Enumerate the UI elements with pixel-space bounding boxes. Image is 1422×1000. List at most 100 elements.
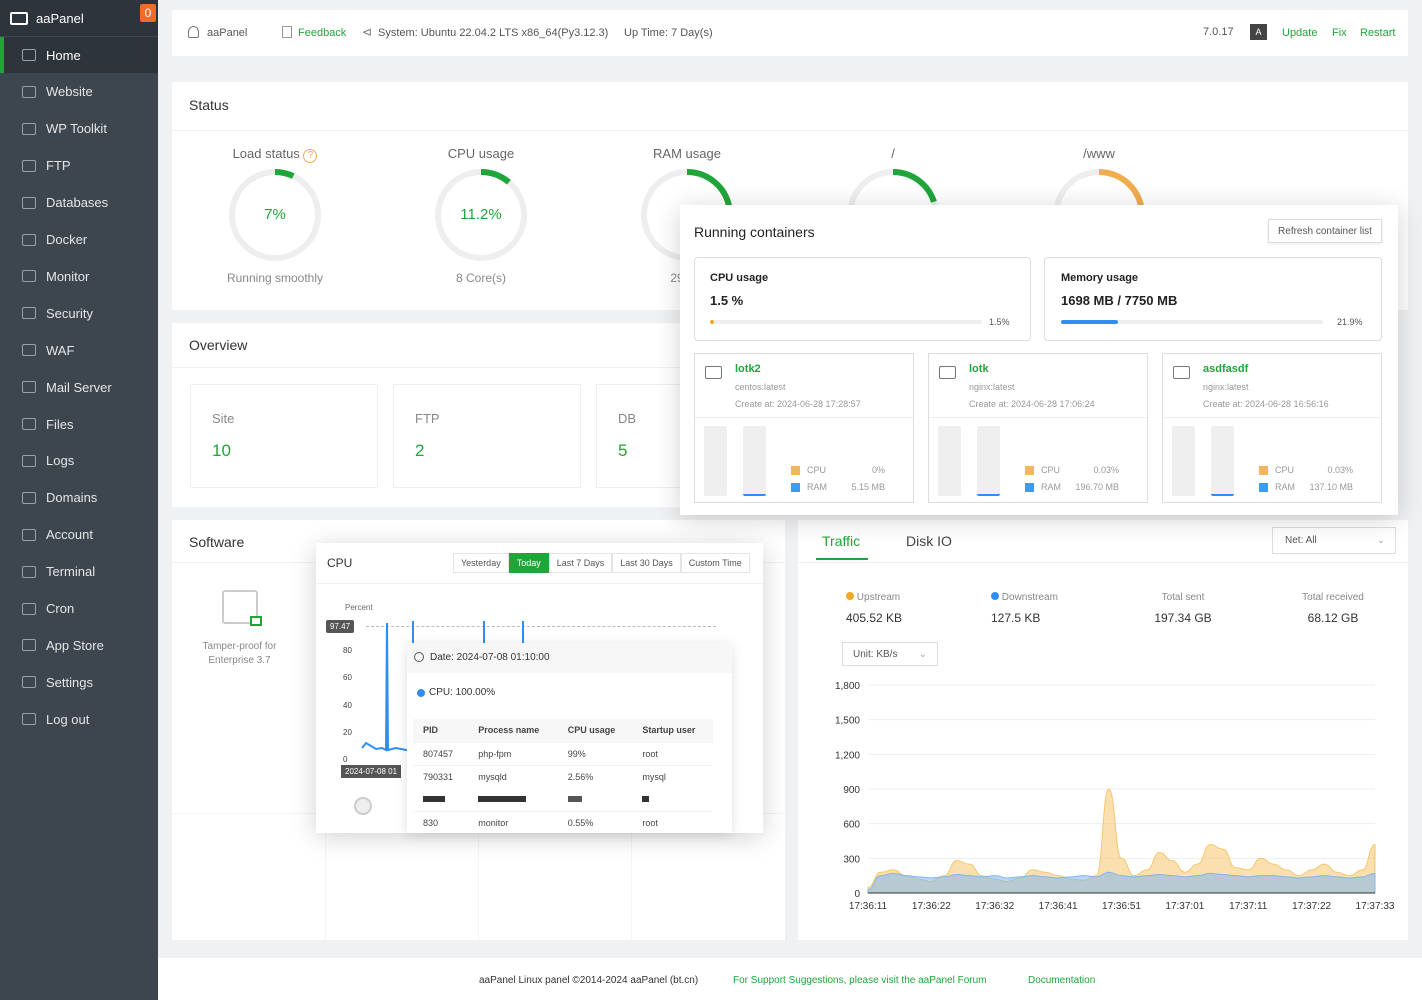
- sidebar-item-label: Terminal: [46, 564, 96, 580]
- sidebar-item-label: Logs: [46, 453, 75, 469]
- legend-dot-icon: [846, 592, 854, 600]
- table-cell: 2.56%: [567, 771, 594, 782]
- x-tick-label: 17:37:33: [1356, 901, 1395, 912]
- container-name[interactable]: lotk: [969, 363, 989, 375]
- sidebar-item-domains[interactable]: Domains: [0, 480, 158, 516]
- sidebar-item-docker[interactable]: Docker: [0, 222, 158, 258]
- tooltip-cpu: CPU: 100.00%: [429, 687, 496, 698]
- shield-icon: [22, 307, 36, 320]
- overview-title: Overview: [189, 337, 248, 353]
- traffic-stat: Total sent 197.34 GB: [1154, 592, 1212, 625]
- container-name[interactable]: lotk2: [735, 363, 761, 375]
- cpu-usage-summary: CPU usage 1.5 % 1.5%: [694, 257, 1031, 341]
- container-card[interactable]: lotk2 centos:latest Create at: 2024-06-2…: [694, 353, 914, 503]
- user-name[interactable]: aaPanel: [207, 27, 247, 39]
- refresh-container-list-button[interactable]: Refresh container list: [1268, 219, 1382, 243]
- tamper-proof-icon: [221, 590, 262, 626]
- table-cell: 790331: [423, 771, 454, 782]
- container-created: Create at: 2024-06-28 17:06:24: [969, 399, 1095, 409]
- x-tick-label: 17:37:22: [1292, 901, 1331, 912]
- sidebar-item-label: Databases: [46, 195, 109, 211]
- waf-icon: [22, 344, 36, 357]
- restart-link[interactable]: Restart: [1360, 27, 1395, 39]
- footer: aaPanel Linux panel ©2014-2024 aaPanel (…: [158, 958, 1422, 1000]
- cpu-dot-icon: [417, 689, 425, 697]
- x-tick-label: 17:36:32: [975, 901, 1014, 912]
- feedback-link[interactable]: Feedback: [298, 27, 346, 39]
- zoom-slider-handle[interactable]: [354, 797, 372, 815]
- forum-link[interactable]: For Support Suggestions, please visit th…: [733, 975, 986, 986]
- tab-traffic[interactable]: Traffic: [822, 533, 860, 549]
- sidebar-item-security[interactable]: Security: [0, 295, 158, 331]
- domains-icon: [22, 491, 36, 504]
- container-ram: 196.70 MB: [1075, 482, 1119, 492]
- container-image: centos:latest: [735, 382, 786, 392]
- tab-disk-io[interactable]: Disk IO: [906, 533, 952, 549]
- system-info: System: Ubuntu 22.04.2 LTS x86_64(Py3.12…: [378, 27, 609, 39]
- sidebar-item-label: FTP: [46, 158, 71, 174]
- container-ram: 137.10 MB: [1309, 482, 1353, 492]
- container-card[interactable]: lotk nginx:latest Create at: 2024-06-28 …: [928, 353, 1148, 503]
- update-link[interactable]: Update: [1282, 27, 1317, 39]
- sidebar-item-home[interactable]: Home: [0, 37, 158, 73]
- sidebar-item-waf[interactable]: WAF: [0, 332, 158, 368]
- y-tick-label: 1,800: [835, 681, 860, 692]
- y-tick-label: 300: [843, 854, 860, 865]
- sidebar-item-label: Account: [46, 527, 93, 543]
- sidebar-item-cron[interactable]: Cron: [0, 591, 158, 627]
- container-created: Create at: 2024-06-28 16:56:16: [1203, 399, 1329, 409]
- sidebar-item-ftp[interactable]: FTP: [0, 148, 158, 184]
- sidebar-item-terminal[interactable]: Terminal: [0, 554, 158, 590]
- sidebar-item-monitor[interactable]: Monitor: [0, 258, 158, 294]
- monitor-icon: [939, 366, 956, 379]
- redacted-row: [413, 788, 713, 811]
- fix-link[interactable]: Fix: [1332, 27, 1347, 39]
- sidebar-item-mail-server[interactable]: Mail Server: [0, 369, 158, 405]
- help-icon[interactable]: ?: [303, 149, 318, 163]
- translate-icon[interactable]: A: [1250, 24, 1267, 40]
- column-header: Startup user: [642, 725, 696, 736]
- gauge-value: 7%: [264, 206, 286, 223]
- sidebar-item-log-out[interactable]: Log out: [0, 701, 158, 737]
- gauge-label: Load status ?: [175, 146, 375, 163]
- table-row: 830 monitor 0.55% root: [413, 811, 713, 834]
- sidebar-item-app-store[interactable]: App Store: [0, 627, 158, 663]
- process-table: PID Process name CPU usage Startup user 807…: [413, 719, 713, 834]
- gauge-label: /www: [1083, 146, 1115, 161]
- gear-icon: [22, 676, 36, 689]
- column-header: PID: [423, 725, 439, 736]
- monitor-icon: [22, 270, 36, 283]
- sidebar-item-files[interactable]: Files: [0, 406, 158, 442]
- ftp-icon: [22, 159, 36, 172]
- container-cpu: 0.03%: [1093, 465, 1119, 475]
- sidebar-item-website[interactable]: Website: [0, 74, 158, 110]
- sidebar-item-settings[interactable]: Settings: [0, 664, 158, 700]
- x-tick-label: 17:37:01: [1165, 901, 1204, 912]
- feedback-icon: [282, 26, 292, 38]
- container-card[interactable]: asdfasdf nginx:latest Create at: 2024-06…: [1162, 353, 1382, 503]
- logout-icon: [22, 713, 36, 726]
- mail-icon: [22, 381, 36, 394]
- sidebar-item-wp-toolkit[interactable]: WP Toolkit: [0, 111, 158, 147]
- software-item[interactable]: Tamper-proof for Enterprise 3.7: [192, 590, 287, 668]
- sidebar-item-logs[interactable]: Logs: [0, 443, 158, 479]
- brand[interactable]: aaPanel 0: [0, 0, 158, 36]
- tooltip-date: Date: 2024-07-08 01:10:00: [430, 652, 550, 663]
- globe-icon: [22, 85, 36, 98]
- overview-site[interactable]: Site 10: [190, 384, 378, 488]
- overview-ftp[interactable]: FTP 2: [393, 384, 581, 488]
- sidebar-item-databases[interactable]: Databases: [0, 185, 158, 221]
- cpu-bar: [1172, 426, 1195, 496]
- documentation-link[interactable]: Documentation: [1028, 975, 1095, 986]
- sidebar: aaPanel 0 Home Website WP Toolkit FTP Databa…: [0, 0, 158, 1000]
- sidebar-item-account[interactable]: Account: [0, 517, 158, 553]
- container-name[interactable]: asdfasdf: [1203, 363, 1248, 375]
- table-cell: 0.55%: [567, 817, 594, 828]
- monitor-icon: [705, 366, 722, 379]
- sidebar-item-label: WP Toolkit: [46, 121, 107, 137]
- user-icon: [22, 528, 36, 541]
- unit-select[interactable]: Unit: KB/s ⌄: [842, 642, 938, 666]
- notification-badge[interactable]: 0: [140, 4, 156, 22]
- clock-icon: [414, 652, 424, 662]
- net-select[interactable]: Net: All ⌄: [1272, 527, 1396, 554]
